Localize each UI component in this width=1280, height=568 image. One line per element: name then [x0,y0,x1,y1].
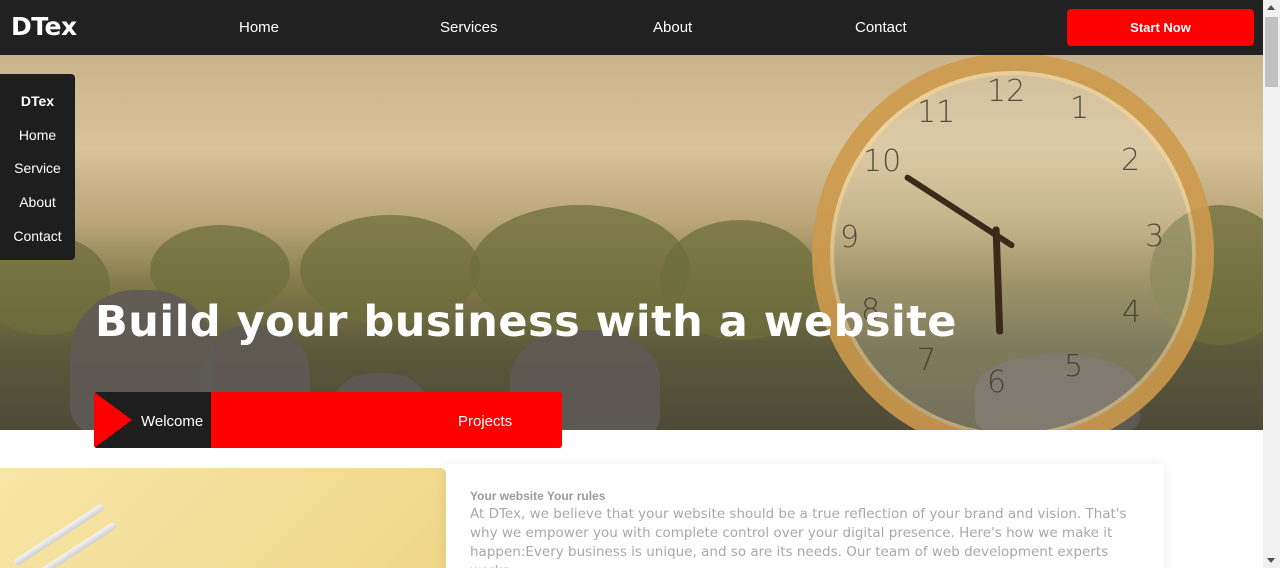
play-triangle-icon [94,392,132,448]
side-menu-logo[interactable]: DTex [0,93,75,109]
hero-section: 12 1 2 3 4 5 6 7 8 9 10 11 Build your bu… [0,55,1263,430]
side-menu: DTex Home Service About Contact [0,74,75,260]
clock-number: 5 [1064,349,1084,384]
nav-about[interactable]: About [653,19,692,36]
clock-number: 7 [917,343,937,378]
clock-number: 2 [1121,143,1141,178]
nav-home[interactable]: Home [239,19,279,36]
brand-logo[interactable]: DTex [11,12,77,41]
side-menu-about[interactable]: About [0,194,75,210]
content-image [0,468,446,568]
welcome-projects-tabbar: Welcome Projects [94,392,562,448]
nav-services[interactable]: Services [440,19,498,36]
scroll-thumb[interactable] [1265,17,1278,87]
clock-number: 4 [1122,295,1142,330]
tab-welcome-bg[interactable]: Welcome [94,392,211,448]
clock-number: 11 [917,95,956,130]
content-card: Your website Your rules At DTex, we beli… [446,464,1164,568]
clock-number: 1 [1070,91,1090,126]
side-menu-home[interactable]: Home [0,127,75,143]
page-scrollbar[interactable] [1263,0,1280,568]
clock-number: 12 [987,74,1026,109]
content-body: At DTex, we believe that your website sh… [470,506,1127,568]
tab-welcome[interactable]: Welcome [141,413,203,430]
clock-number: 9 [840,220,860,255]
nav-contact[interactable]: Contact [855,19,907,36]
hero-title: Build your business with a website [95,297,957,347]
content-heading: Your website Your rules [470,489,606,503]
clock-number: 3 [1145,219,1165,254]
scroll-up-icon[interactable] [1267,5,1275,10]
top-navbar: DTex Home Services About Contact Start N… [0,0,1263,55]
clock-number: 10 [863,144,902,179]
scroll-down-icon[interactable] [1267,558,1275,563]
side-menu-service[interactable]: Service [0,160,75,176]
tab-projects[interactable]: Projects [458,413,512,430]
side-menu-contact[interactable]: Contact [0,228,75,244]
start-now-button[interactable]: Start Now [1067,9,1254,46]
clock-number: 6 [987,365,1007,400]
